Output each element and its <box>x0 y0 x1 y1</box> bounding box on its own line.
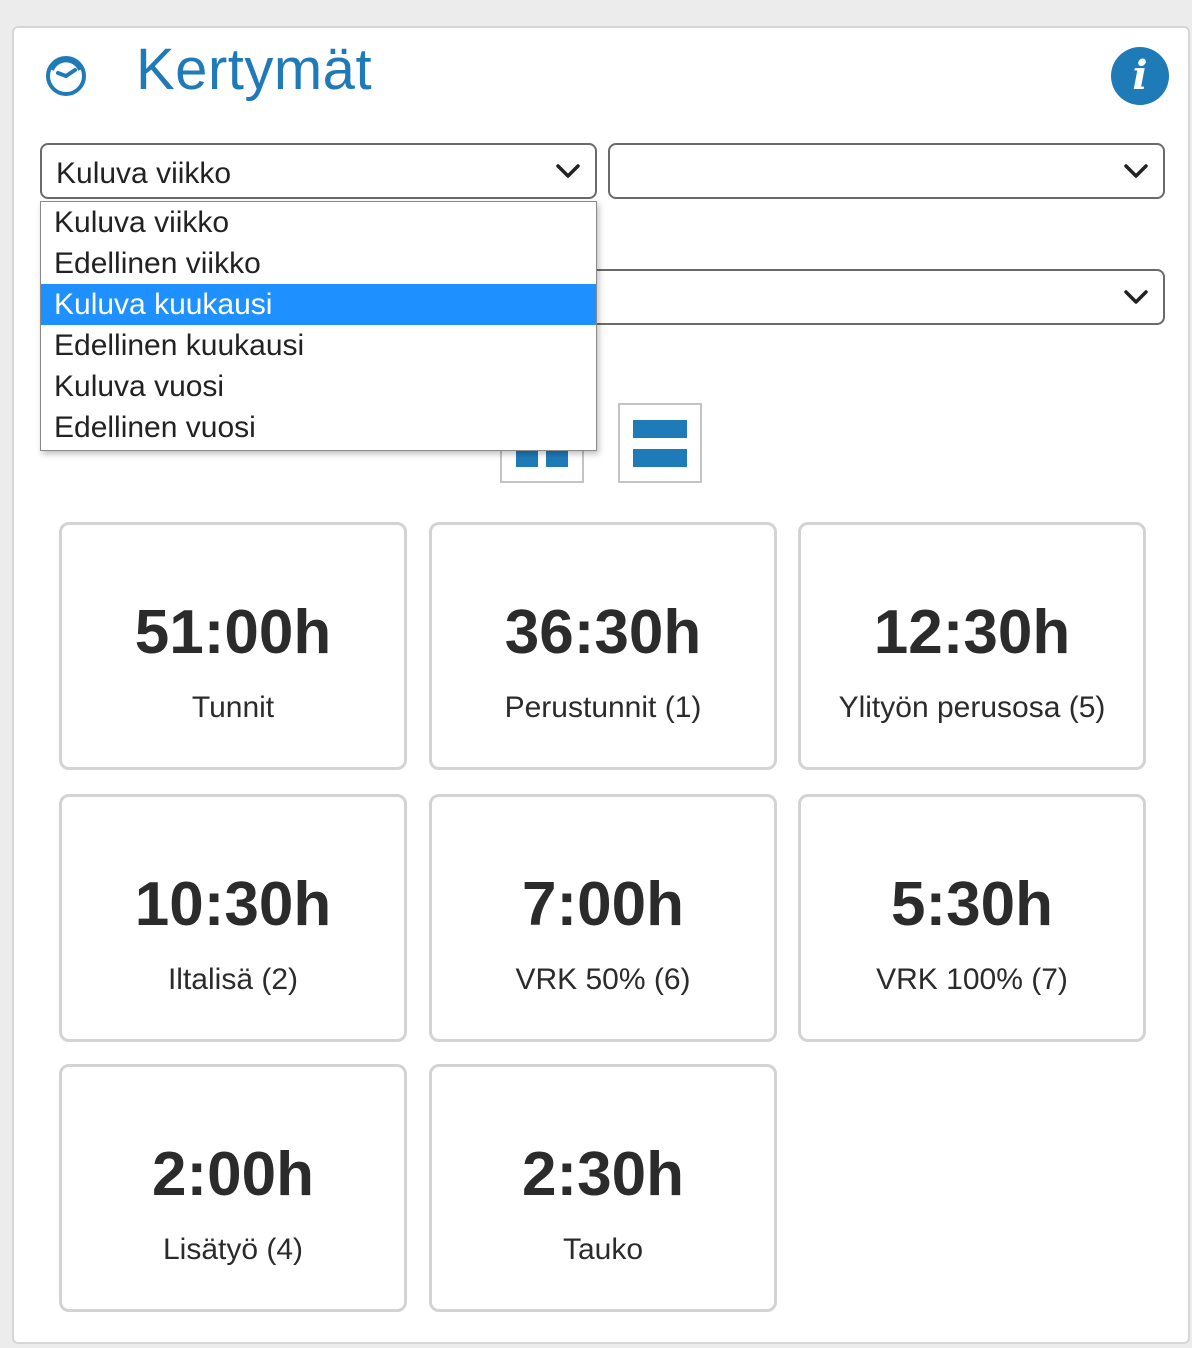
stat-card-label: Lisätyö (4) <box>162 1233 304 1266</box>
list-view-button[interactable] <box>618 403 702 483</box>
stat-card-label: Perustunnit (1) <box>504 691 702 724</box>
stat-card: 51:00h Tunnit <box>59 522 407 770</box>
chevron-down-icon <box>1124 290 1148 304</box>
stat-card-label: VRK 100% (7) <box>876 963 1068 996</box>
stat-card: 2:30h Tauko <box>429 1064 777 1312</box>
stat-card-label: Tauko <box>562 1233 644 1266</box>
stat-card-value: 10:30h <box>134 870 332 939</box>
secondary-select[interactable] <box>608 143 1165 199</box>
list-view-icon <box>633 420 687 467</box>
chevron-down-icon <box>556 164 580 178</box>
stat-card: 7:00h VRK 50% (6) <box>429 794 777 1042</box>
stat-card-label: Iltalisä (2) <box>167 963 299 996</box>
stat-card: 36:30h Perustunnit (1) <box>429 522 777 770</box>
period-select[interactable]: Kuluva viikko <box>40 143 597 199</box>
dropdown-option[interactable]: Kuluva viikko <box>41 202 596 243</box>
dropdown-option[interactable]: Kuluva vuosi <box>41 366 596 407</box>
stat-card: 12:30h Ylityön perusosa (5) <box>798 522 1146 770</box>
stat-card-value: 7:00h <box>522 870 684 939</box>
clock-icon <box>44 54 88 98</box>
stat-card-value: 51:00h <box>134 598 332 667</box>
stat-card-value: 2:30h <box>522 1140 684 1209</box>
stat-card-label: VRK 50% (6) <box>515 963 691 996</box>
period-dropdown-list: Kuluva viikko Edellinen viikko Kuluva ku… <box>40 201 597 451</box>
stat-card-value: 5:30h <box>891 870 1053 939</box>
page-title: Kertymät <box>136 37 373 102</box>
dropdown-option[interactable]: Edellinen viikko <box>41 243 596 284</box>
stat-card: 10:30h Iltalisä (2) <box>59 794 407 1042</box>
dropdown-option[interactable]: Edellinen vuosi <box>41 407 596 448</box>
stat-card: 5:30h VRK 100% (7) <box>798 794 1146 1042</box>
period-select-value: Kuluva viikko <box>56 157 232 190</box>
third-select[interactable] <box>540 269 1165 325</box>
stat-card: 2:00h Lisätyö (4) <box>59 1064 407 1312</box>
stat-card-value: 12:30h <box>873 598 1071 667</box>
chevron-down-icon <box>1124 164 1148 178</box>
stat-card-value: 36:30h <box>504 598 702 667</box>
info-icon[interactable]: i <box>1111 47 1169 105</box>
stat-card-label: Ylityön perusosa (5) <box>838 691 1106 724</box>
stat-card-value: 2:00h <box>152 1140 314 1209</box>
dropdown-option-highlighted[interactable]: Kuluva kuukausi <box>41 284 596 325</box>
stat-card-label: Tunnit <box>191 691 275 724</box>
dropdown-option[interactable]: Edellinen kuukausi <box>41 325 596 366</box>
